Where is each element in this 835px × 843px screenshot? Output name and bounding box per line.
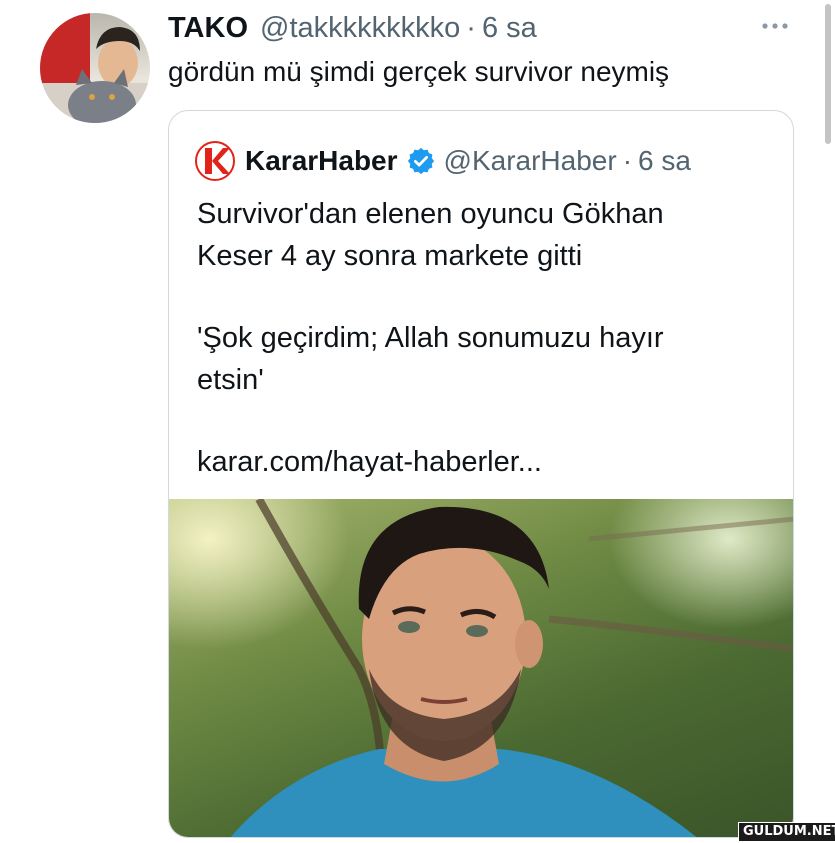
scrollbar[interactable] [825, 4, 831, 144]
quoted-text-line: Keser 4 ay sonra markete gitti [197, 240, 583, 272]
tweet-timestamp[interactable]: 6 sa [482, 12, 537, 45]
quoted-media-image[interactable] [169, 499, 793, 837]
verified-badge-icon [407, 147, 434, 175]
tweet-header: TAKO @takkkkkkkkko · 6 sa [168, 8, 537, 48]
tweet-text: gördün mü şimdi gerçek survivor neymiş [168, 56, 670, 87]
quoted-text-line: Survivor'dan elenen oyuncu Gökhan [197, 198, 664, 230]
author-handle[interactable]: @takkkkkkkkko [260, 12, 460, 45]
quoted-tweet-timestamp[interactable]: 6 sa [638, 145, 691, 177]
quoted-text-line: etsin' [197, 364, 264, 396]
quoted-text-line: 'Şok geçirdim; Allah sonumuzu hayır [197, 322, 664, 354]
avatar-image [40, 13, 150, 123]
kararhaber-logo: K [195, 141, 235, 181]
separator-dot: · [466, 11, 476, 44]
separator-dot: · [622, 145, 633, 176]
quoted-link[interactable]: karar.com/hayat-haberler... [197, 441, 542, 483]
author-name[interactable]: TAKO [168, 12, 248, 45]
quoted-author-name[interactable]: KararHaber [245, 145, 398, 177]
site-watermark: GULDUM.NET [738, 822, 835, 842]
quoted-tweet-card[interactable]: K KararHaber @KararHaber · 6 sa Survivor… [168, 110, 794, 838]
author-avatar[interactable] [40, 13, 150, 123]
quoted-tweet-header: K KararHaber @KararHaber · 6 sa [195, 141, 691, 181]
news-photo [230, 499, 793, 837]
quoted-author-handle[interactable]: @KararHaber [444, 145, 617, 177]
more-options-icon[interactable] [758, 14, 792, 38]
